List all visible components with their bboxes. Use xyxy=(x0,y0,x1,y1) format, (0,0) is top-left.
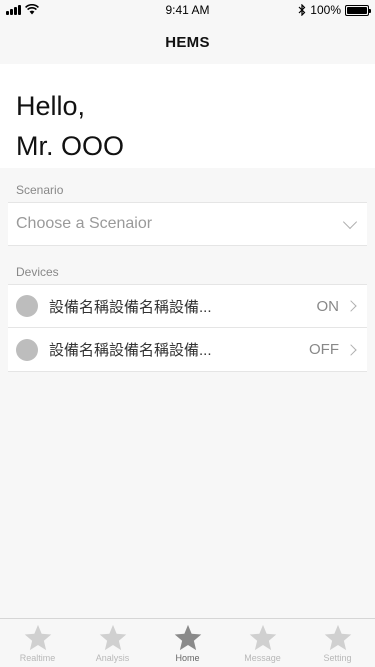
device-list: 設備名稱設備名稱設備... ON 設備名稱設備名稱設備... OFF xyxy=(8,284,367,372)
tab-label: Message xyxy=(244,653,281,663)
page-title: HEMS xyxy=(165,33,210,51)
greeting-line-2: Mr. OOO xyxy=(16,131,124,161)
tab-label: Setting xyxy=(323,653,352,663)
tab-message[interactable]: Message xyxy=(225,619,300,667)
greeting-card: Hello, Mr. OOO xyxy=(0,64,375,168)
device-status-icon xyxy=(16,338,38,361)
device-status-icon xyxy=(16,295,38,317)
star-icon xyxy=(174,624,201,651)
tab-setting[interactable]: Setting xyxy=(300,619,375,667)
tab-home[interactable]: Home xyxy=(150,619,225,667)
greeting-line-1: Hello, xyxy=(16,91,86,121)
device-row[interactable]: 設備名稱設備名稱設備... ON xyxy=(8,284,367,328)
battery-percent: 100% xyxy=(310,3,341,17)
star-icon xyxy=(99,624,126,651)
chevron-right-icon xyxy=(345,343,357,356)
chevron-down-icon xyxy=(342,214,358,229)
tab-bar: Realtime Analysis Home Message Setting xyxy=(0,618,375,667)
battery-icon xyxy=(345,4,371,16)
device-state: ON xyxy=(316,297,340,315)
tab-label: Realtime xyxy=(19,653,56,663)
devices-section-label: Devices xyxy=(16,265,59,279)
nav-bar: HEMS xyxy=(0,20,375,64)
device-row[interactable]: 設備名稱設備名稱設備... OFF xyxy=(8,328,367,372)
device-name: 設備名稱設備名稱設備... xyxy=(49,342,212,359)
scenario-placeholder: Choose a Scenaior xyxy=(16,215,153,232)
scenario-section-label: Scenario xyxy=(16,183,64,197)
tab-realtime[interactable]: Realtime xyxy=(0,619,75,667)
status-bar: 9:41 AM 100% xyxy=(0,0,375,20)
star-icon xyxy=(249,624,276,651)
status-right: 100% xyxy=(298,3,371,17)
tab-label: Analysis xyxy=(95,653,130,663)
star-icon xyxy=(324,624,351,651)
star-icon xyxy=(24,624,51,651)
bluetooth-icon xyxy=(298,4,306,16)
device-state: OFF xyxy=(309,341,339,358)
device-name: 設備名稱設備名稱設備... xyxy=(49,298,212,316)
scenario-dropdown[interactable]: Choose a Scenaior xyxy=(8,202,367,246)
tab-analysis[interactable]: Analysis xyxy=(75,619,150,667)
battery-fill xyxy=(347,6,367,14)
tab-label: Home xyxy=(175,653,200,663)
chevron-right-icon xyxy=(345,300,357,312)
